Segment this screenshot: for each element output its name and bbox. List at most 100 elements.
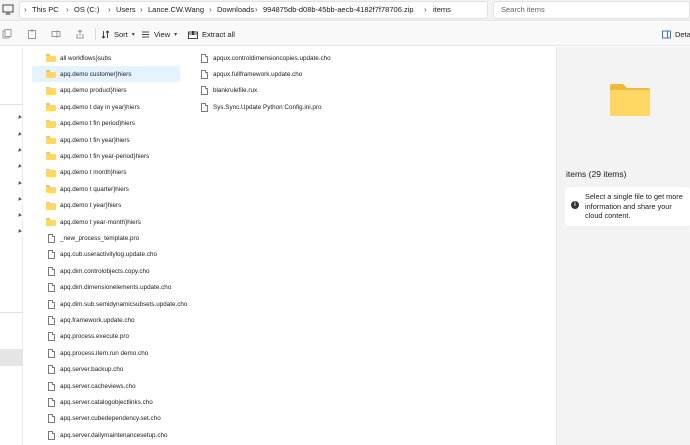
folder-item[interactable]: apq.demo t fin year-period}hiers: [32, 148, 149, 164]
rename-icon[interactable]: [51, 29, 61, 39]
file-item[interactable]: _new_process_template.pro: [32, 230, 139, 246]
breadcrumb-downloads[interactable]: Downloads: [217, 2, 254, 18]
breadcrumb[interactable]: › This PC › OS (C:) › Users › Lance.CW.W…: [19, 1, 488, 19]
folder-icon: [46, 218, 56, 226]
item-name: apq.demo t month}hiers: [60, 169, 127, 177]
file-item[interactable]: Sys.Sync.Update Python Config.ini.pro: [185, 99, 322, 115]
folder-icon: [46, 103, 56, 112]
pin-icon: ▼: [14, 162, 24, 172]
folder-item[interactable]: apq.demo t day in year}hiers: [32, 99, 140, 115]
extract-all-button[interactable]: Extract all: [188, 25, 235, 43]
folder-icon: [46, 54, 56, 62]
file-icon: [48, 283, 55, 293]
item-name: apq.server.backup.cho: [60, 366, 124, 374]
folder-item[interactable]: all workflows}subs: [32, 50, 111, 66]
item-name: apq.demo product}hiers: [60, 87, 127, 95]
breadcrumb-items[interactable]: items: [433, 2, 451, 18]
sort-button[interactable]: Sort ▾: [101, 25, 135, 43]
item-name: apqux.fullframework.update.cho: [213, 70, 303, 78]
chevron-right-icon: ›: [108, 5, 111, 14]
breadcrumb-this-pc[interactable]: This PC: [32, 2, 59, 18]
file-item[interactable]: apq.server.backup.cho: [32, 362, 123, 378]
share-icon[interactable]: [75, 29, 85, 39]
item-name: apq.demo t fin year-period}hiers: [60, 152, 150, 160]
folder-item[interactable]: apq.demo t month}hiers: [32, 165, 127, 181]
search-input[interactable]: Search items: [493, 1, 690, 19]
file-item[interactable]: apq.process.execute.pro: [32, 329, 129, 345]
item-name: all workflows}subs: [60, 54, 112, 62]
file-item[interactable]: apq.server.dailymaintenancesetup.cho: [32, 427, 167, 443]
item-name: apq.server.dailymaintenancesetup.cho: [60, 431, 168, 439]
item-name: apq.demo t year-month}hiers: [60, 218, 141, 226]
folder-item[interactable]: apq.demo t year}hiers: [32, 198, 121, 214]
file-icon: [48, 430, 55, 440]
file-item[interactable]: apq.framework.update.cho: [32, 312, 135, 328]
copy-icon[interactable]: [2, 29, 12, 39]
details-button[interactable]: Detail: [662, 25, 690, 43]
pin-icon: ▼: [14, 195, 24, 205]
file-item[interactable]: apq.process.item.run demo.cho: [32, 345, 148, 361]
file-icon: [201, 53, 208, 63]
file-icon: [48, 315, 55, 325]
folder-item[interactable]: apq.demo t fin period}hiers: [32, 116, 135, 132]
breadcrumb-os-c[interactable]: OS (C:): [74, 2, 99, 18]
item-name: apqux.controldimensioncopies.update.cho: [213, 54, 331, 62]
folder-item[interactable]: apq.demo t fin year}hiers: [32, 132, 130, 148]
paste-icon[interactable]: [27, 29, 37, 39]
folder-item[interactable]: apq.demo t year-month}hiers: [32, 214, 141, 230]
folder-item[interactable]: apq.demo product}hiers: [32, 83, 127, 99]
item-name: apq.demo t fin year}hiers: [60, 136, 130, 144]
details-label: Detail: [675, 29, 690, 39]
file-item[interactable]: apqux.fullframework.update.cho: [185, 66, 302, 82]
item-name: apq.demo t quarter}hiers: [60, 185, 129, 193]
item-name: apq.dim.sub.semidynamicsubsets.update.ch…: [60, 300, 188, 308]
navigation-pane[interactable]: ▼ ▼ ▼ ▼ ▼ ▼ ▼ ▼: [0, 47, 23, 445]
chevron-right-icon: ›: [140, 5, 143, 14]
item-name: apq.dim.controlobjects.copy.cho: [60, 267, 150, 275]
info-icon: i: [571, 201, 579, 209]
pin-icon: ▼: [14, 113, 24, 123]
item-name: apq.demo t fin period}hiers: [60, 120, 135, 128]
info-card: i Select a single file to get more infor…: [565, 187, 690, 226]
details-title: items (29 items): [566, 169, 627, 179]
folder-icon: [46, 119, 56, 128]
file-item[interactable]: apq.cub.useractivitylog.update.cho: [32, 247, 157, 263]
folder-item[interactable]: apq.demo t quarter}hiers: [32, 181, 129, 197]
file-icon: [48, 414, 55, 424]
pin-icon: ▼: [14, 130, 24, 140]
breadcrumb-users[interactable]: Users: [116, 2, 136, 18]
extract-icon: [188, 30, 198, 39]
extract-all-label: Extract all: [202, 29, 235, 39]
file-icon: [201, 69, 208, 79]
file-item[interactable]: blankrulefile.rux: [185, 83, 257, 99]
file-item[interactable]: apq.dim.controlobjects.copy.cho: [32, 263, 150, 279]
file-icon: [48, 348, 55, 358]
file-item[interactable]: apq.dim.sub.semidynamicsubsets.update.ch…: [32, 296, 187, 312]
folder-icon: [46, 70, 56, 79]
file-item[interactable]: apq.dim.dimensionelements.update.cho: [32, 280, 171, 296]
address-bar: › This PC › OS (C:) › Users › Lance.CW.W…: [0, 0, 690, 21]
folder-item[interactable]: apq.demo customer}hiers: [32, 66, 180, 83]
item-name: blankrulefile.rux: [213, 87, 258, 95]
pin-icon: ▼: [14, 146, 24, 156]
file-icon: [48, 365, 55, 375]
item-name: apq.framework.update.cho: [60, 316, 135, 324]
view-label: View: [154, 29, 171, 39]
folder-icon: [46, 152, 56, 161]
nav-selected-item[interactable]: [0, 349, 23, 366]
folder-icon: [46, 136, 56, 144]
view-button[interactable]: View ▾: [141, 25, 177, 43]
file-icon: [48, 397, 55, 407]
breadcrumb-zip[interactable]: 994875db-d08b-45bb-aecb-4182f7f78706.zip: [263, 2, 414, 18]
monitor-icon[interactable]: [2, 4, 14, 15]
file-item[interactable]: apq.server.cubedependency.set.cho: [32, 411, 161, 427]
folder-icon: [46, 201, 56, 210]
file-icon: [48, 233, 55, 243]
breadcrumb-user[interactable]: Lance.CW.Wang: [148, 2, 204, 18]
file-item[interactable]: apq.server.catalogobjectlinks.cho: [32, 394, 153, 410]
file-item[interactable]: apqux.controldimensioncopies.update.cho: [185, 50, 331, 66]
file-item[interactable]: apq.server.cacheviews.cho: [32, 378, 136, 394]
file-icon: [48, 250, 55, 260]
nav-divider: [0, 312, 23, 313]
nav-divider: [0, 104, 23, 105]
